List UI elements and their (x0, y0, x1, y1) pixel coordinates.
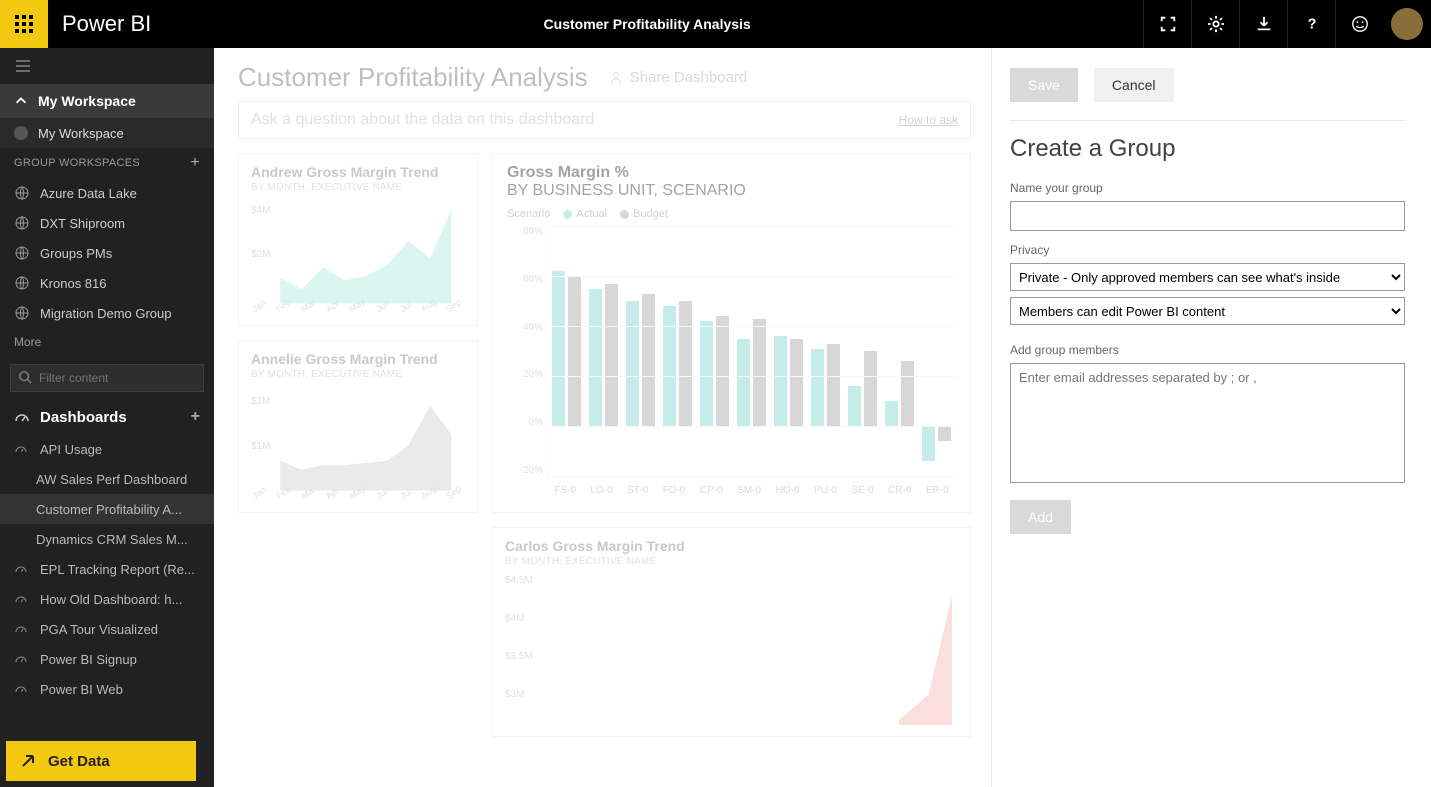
globe-icon (14, 215, 30, 231)
save-button[interactable]: Save (1010, 68, 1078, 102)
globe-icon (14, 185, 30, 201)
download-icon (1255, 15, 1273, 33)
arrow-icon (20, 753, 36, 769)
top-bar: Power BI Customer Profitability Analysis… (0, 0, 1431, 48)
dashboard-item[interactable]: API Usage (0, 434, 214, 464)
waffle-icon (14, 14, 34, 34)
dashboard-item[interactable]: Power BI Signup (0, 644, 214, 674)
fullscreen-icon (1159, 15, 1177, 33)
divider (1010, 120, 1405, 121)
group-item[interactable]: Migration Demo Group (0, 298, 214, 328)
fullscreen-button[interactable] (1143, 0, 1191, 48)
dashboard-item[interactable]: How Old Dashboard: h... (0, 584, 214, 614)
more-link[interactable]: More (0, 328, 214, 356)
add-group-button[interactable]: + (190, 154, 200, 172)
gear-icon (1207, 15, 1225, 33)
group-item[interactable]: Kronos 816 (0, 268, 214, 298)
dashboard-item[interactable]: PGA Tour Visualized (0, 614, 214, 644)
members-input[interactable] (1010, 363, 1405, 483)
settings-button[interactable] (1191, 0, 1239, 48)
my-workspace-item[interactable]: My Workspace (0, 118, 214, 148)
nav-toggle[interactable] (0, 48, 214, 84)
name-label: Name your group (1010, 181, 1405, 195)
privacy-select[interactable]: Private - Only approved members can see … (1010, 263, 1405, 291)
dashboard-icon (14, 441, 30, 457)
dashboard-icon (14, 561, 30, 577)
my-workspace-header[interactable]: My Workspace (0, 84, 214, 118)
cancel-button[interactable]: Cancel (1094, 68, 1174, 102)
permission-select[interactable]: Members can edit Power BI content (1010, 297, 1405, 325)
dashboard-item[interactable]: AW Sales Perf Dashboard (0, 464, 214, 494)
my-workspace-label: My Workspace (38, 93, 136, 109)
group-workspaces-header: GROUP WORKSPACES + (0, 148, 214, 178)
help-icon: ? (1303, 15, 1321, 33)
globe-icon (14, 275, 30, 291)
smile-icon (1351, 15, 1369, 33)
dashboard-icon (14, 621, 30, 637)
brand-label: Power BI (62, 11, 151, 37)
dashboard-icon (14, 681, 30, 697)
globe-icon (14, 305, 30, 321)
app-launcher-button[interactable] (0, 0, 48, 48)
dim-overlay (214, 48, 991, 787)
page-title-top: Customer Profitability Analysis (151, 16, 1143, 32)
dashboard-item[interactable]: Power BI Web (0, 674, 214, 704)
speedometer-icon (14, 409, 30, 425)
sidebar: My Workspace My Workspace GROUP WORKSPAC… (0, 48, 214, 787)
feedback-button[interactable] (1335, 0, 1383, 48)
dashboards-label: Dashboards (40, 409, 127, 426)
help-button[interactable]: ? (1287, 0, 1335, 48)
top-icon-bar: ? (1143, 0, 1431, 48)
dashboards-header[interactable]: Dashboards + (0, 400, 214, 434)
add-dashboard-button[interactable]: + (191, 408, 200, 426)
group-item[interactable]: DXT Shiproom (0, 208, 214, 238)
group-item[interactable]: Groups PMs (0, 238, 214, 268)
hamburger-icon (15, 58, 31, 74)
filter-wrap (0, 356, 214, 400)
download-button[interactable] (1239, 0, 1287, 48)
user-dot-icon (14, 126, 28, 140)
main-canvas: Customer Profitability Analysis Share Da… (214, 48, 991, 787)
dashboard-item[interactable]: Customer Profitability A... (0, 494, 214, 524)
avatar[interactable] (1391, 8, 1423, 40)
dashboard-item[interactable]: EPL Tracking Report (Re... (0, 554, 214, 584)
search-icon (18, 370, 32, 384)
get-data-button[interactable]: Get Data (6, 741, 196, 781)
group-workspaces-label: GROUP WORKSPACES (14, 157, 140, 169)
filter-input[interactable] (10, 364, 204, 392)
panel-heading: Create a Group (1010, 135, 1405, 163)
members-label: Add group members (1010, 343, 1405, 357)
dashboard-icon (14, 651, 30, 667)
get-data-label: Get Data (48, 753, 110, 770)
group-name-input[interactable] (1010, 201, 1405, 231)
create-group-panel: Save Cancel Create a Group Name your gro… (991, 48, 1431, 787)
dashboard-icon (14, 591, 30, 607)
dashboard-item[interactable]: Dynamics CRM Sales M... (0, 524, 214, 554)
chevron-up-icon (14, 94, 28, 108)
add-button[interactable]: Add (1010, 500, 1071, 534)
my-workspace-sub-label: My Workspace (38, 126, 124, 141)
globe-icon (14, 245, 30, 261)
svg-text:?: ? (1307, 17, 1316, 33)
privacy-label: Privacy (1010, 243, 1405, 257)
group-item[interactable]: Azure Data Lake (0, 178, 214, 208)
